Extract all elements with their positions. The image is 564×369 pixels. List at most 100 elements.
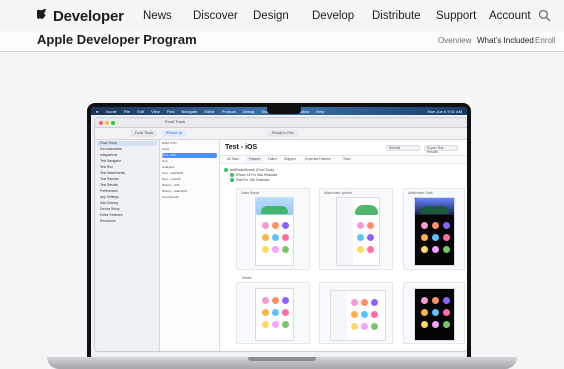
navigator-item[interactable]: Test Results bbox=[162, 195, 217, 200]
local-navigation: Apple Developer Program Overview What’s … bbox=[0, 31, 564, 52]
window-titlebar: Food Truck bbox=[95, 118, 467, 128]
sidebar-item-preferences[interactable]: Preferences bbox=[97, 189, 157, 194]
navigator-item[interactable]: Build: FTD bbox=[162, 141, 217, 146]
local-nav-enroll[interactable]: Enroll bbox=[535, 36, 555, 45]
tab-tests[interactable]: Tests bbox=[340, 157, 353, 162]
editor-tabs: All Tests Passed Failed Skipped Expected… bbox=[220, 156, 467, 164]
navigator-item[interactable]: Test - macOS bbox=[162, 177, 217, 182]
nav-distribute[interactable]: Distribute bbox=[372, 10, 421, 22]
navigator-item-selected[interactable]: Test - iOS bbox=[162, 153, 217, 158]
sidebar-item-test-reports[interactable]: Test Reports bbox=[97, 177, 157, 182]
search-icon[interactable] bbox=[538, 9, 551, 22]
tree-row[interactable]: iPad Pro 13in Simulator bbox=[224, 178, 434, 183]
toolbar-tab-device[interactable]: iPhone 14 bbox=[162, 130, 187, 137]
tree-row-label: testRecipeSearch (Food Truck) bbox=[230, 168, 275, 172]
close-window-icon[interactable] bbox=[99, 121, 103, 125]
sidebar-item-integrations[interactable]: Integrations bbox=[97, 153, 157, 158]
tab-expected-failures[interactable]: Expected Failures bbox=[302, 157, 334, 162]
local-nav-overview[interactable]: Overview bbox=[438, 36, 471, 45]
sidebar-item-app-settings[interactable]: App Settings bbox=[97, 195, 157, 200]
window-title: Food Truck bbox=[165, 119, 186, 124]
menu-navigate[interactable]: Navigate bbox=[182, 109, 198, 114]
nav-account[interactable]: Account bbox=[489, 10, 531, 22]
light-screenshot bbox=[255, 288, 294, 341]
project-sidebar: Food Truck Documentation Integrations Te… bbox=[95, 140, 160, 351]
navigator-item[interactable]: Tests bbox=[162, 147, 217, 152]
nav-design[interactable]: Design bbox=[253, 10, 289, 22]
toolbar-tab-food-truck[interactable]: Food Truck bbox=[131, 130, 157, 137]
local-nav-whats-included[interactable]: What’s Included bbox=[477, 36, 534, 45]
menu-find[interactable]: Find bbox=[167, 109, 175, 114]
mac-screen: ● Xcode File Edit View Find Navigate Edi… bbox=[91, 107, 467, 360]
sidebar-item-resources[interactable]: Resources bbox=[97, 219, 157, 224]
nav-discover[interactable]: Discover bbox=[193, 10, 238, 22]
editor-header: Test - iOS Rebuild Export Test Results bbox=[220, 140, 467, 156]
tree-row-label: iPhone 14 Pro Max Simulator bbox=[236, 173, 278, 177]
sidebar-item-device-setup[interactable]: Device Setup bbox=[97, 207, 157, 212]
apple-menu-icon[interactable]: ● bbox=[96, 109, 98, 114]
export-results-button[interactable]: Export Test Results bbox=[424, 145, 458, 154]
navigator-item[interactable]: Analytics bbox=[162, 165, 217, 170]
toolbar-tab-status: Ready to Run bbox=[268, 130, 298, 137]
light-screenshot bbox=[255, 197, 294, 266]
section-label: Attachment: Dark bbox=[408, 191, 433, 195]
passed-status-icon bbox=[230, 178, 234, 183]
tab-skipped[interactable]: Skipped bbox=[281, 157, 299, 162]
section-label: Sales Report bbox=[241, 191, 260, 195]
minimize-window-icon[interactable] bbox=[105, 121, 109, 125]
test-results-tree: testRecipeSearch (Food Truck) iPhone 14 … bbox=[224, 168, 434, 183]
landscape-screenshot bbox=[330, 290, 386, 341]
sidebar-item-test-results[interactable]: Test Results bbox=[97, 183, 157, 188]
attachment-card bbox=[319, 282, 393, 344]
macbook-base-notch bbox=[248, 357, 316, 361]
menu-view[interactable]: View bbox=[151, 109, 160, 114]
sidebar-item-editor-features[interactable]: Editor Features bbox=[97, 213, 157, 218]
test-navigator: Build: FTD Tests Test - iOS Unit Analyti… bbox=[160, 140, 220, 351]
menu-help[interactable]: Help bbox=[316, 109, 324, 114]
sidebar-item-test-run[interactable]: Test Run bbox=[97, 165, 157, 170]
menu-clock: Mon Jun 6 9:41 AM bbox=[427, 108, 462, 114]
navigator-item[interactable]: Test - watchOS bbox=[162, 171, 217, 176]
attachment-card: Attachment: Dark bbox=[403, 188, 465, 270]
attachment-card: Attachment: portrait bbox=[319, 188, 393, 270]
attachment-card bbox=[236, 282, 310, 344]
nav-support[interactable]: Support bbox=[436, 10, 476, 22]
dark-screenshot bbox=[414, 197, 455, 266]
rebuild-button[interactable]: Rebuild bbox=[386, 145, 420, 151]
navigator-item[interactable]: History - iOS bbox=[162, 183, 217, 188]
zoom-window-icon[interactable] bbox=[111, 121, 115, 125]
section-label: Details bbox=[242, 276, 252, 280]
nav-develop[interactable]: Develop bbox=[312, 10, 354, 22]
tree-row-label: iPad Pro 13in Simulator bbox=[236, 178, 270, 182]
window-toolbar: Food Truck iPhone 14 Ready to Run bbox=[95, 128, 467, 140]
hero-content: ● Xcode File Edit View Find Navigate Edi… bbox=[0, 53, 564, 369]
navigator-item[interactable]: History - watchOS bbox=[162, 189, 217, 194]
menu-xcode[interactable]: Xcode bbox=[105, 109, 116, 114]
global-navigation: Developer News Discover Design Develop D… bbox=[0, 0, 564, 31]
brand-label: Developer bbox=[53, 8, 124, 25]
menu-edit[interactable]: Edit bbox=[137, 109, 144, 114]
tab-all-tests[interactable]: All Tests bbox=[224, 157, 242, 162]
sidebar-item-add-sharing[interactable]: Add Sharing bbox=[97, 201, 157, 206]
menu-file[interactable]: File bbox=[124, 109, 130, 114]
sidebar-item-food-truck[interactable]: Food Truck bbox=[97, 141, 157, 146]
sidebar-item-documentation[interactable]: Documentation bbox=[97, 147, 157, 152]
menu-product[interactable]: Product bbox=[222, 109, 236, 114]
menu-editor[interactable]: Editor bbox=[204, 109, 214, 114]
apple-icon bbox=[37, 9, 47, 19]
tab-failed[interactable]: Failed bbox=[265, 157, 280, 162]
nav-news[interactable]: News bbox=[143, 10, 172, 22]
sidebar-item-test-navigator[interactable]: Test Navigator bbox=[97, 159, 157, 164]
section-label: Attachment: portrait bbox=[324, 191, 352, 195]
dark-screenshot bbox=[414, 288, 455, 341]
menu-debug[interactable]: Debug bbox=[243, 109, 255, 114]
navigator-item[interactable]: Unit bbox=[162, 159, 217, 164]
tab-passed[interactable]: Passed bbox=[246, 157, 263, 162]
developer-brand[interactable]: Developer bbox=[37, 8, 124, 25]
macbook-screen-frame: ● Xcode File Edit View Find Navigate Edi… bbox=[87, 103, 471, 364]
xcode-window: Food Truck Food Truck iPhone 14 Ready to… bbox=[94, 117, 467, 352]
sidebar-item-test-attachments[interactable]: Test Attachments bbox=[97, 171, 157, 176]
attachment-card bbox=[403, 282, 465, 344]
editor-title: Test - iOS bbox=[225, 144, 258, 151]
camera-notch bbox=[267, 107, 301, 114]
